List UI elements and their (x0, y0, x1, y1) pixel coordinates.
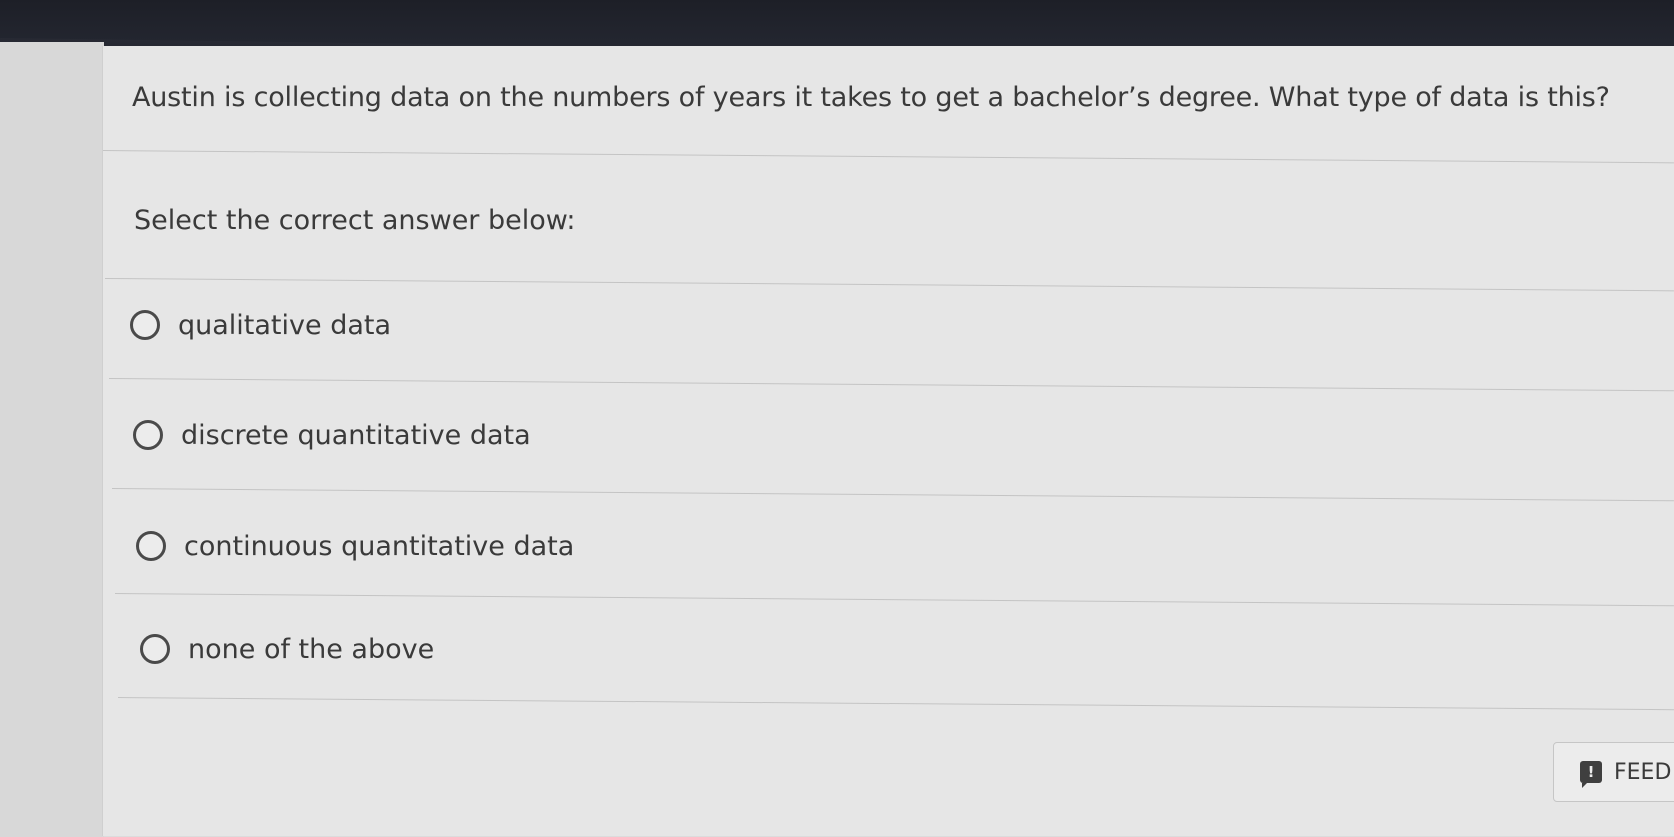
option-label: none of the above (188, 633, 435, 665)
option-label: continuous quantitative data (184, 530, 575, 562)
instruction-text: Select the correct answer below: (134, 205, 576, 236)
radio-button[interactable] (130, 310, 160, 340)
feedback-label: FEED (1614, 759, 1672, 785)
option-label: discrete quantitative data (181, 419, 531, 451)
question-text: Austin is collecting data on the numbers… (132, 82, 1610, 113)
answer-option-none[interactable]: none of the above (140, 624, 434, 674)
feedback-icon: ! (1580, 761, 1602, 788)
feedback-button[interactable]: ! FEED (1553, 742, 1674, 802)
answer-option-continuous[interactable]: continuous quantitative data (136, 521, 574, 571)
top-bar (0, 0, 1674, 48)
radio-button[interactable] (140, 634, 170, 664)
answer-option-discrete[interactable]: discrete quantitative data (133, 410, 531, 460)
radio-button[interactable] (136, 531, 166, 561)
left-gutter (0, 42, 104, 837)
answer-option-qualitative[interactable]: qualitative data (130, 300, 391, 350)
option-label: qualitative data (178, 309, 392, 341)
radio-button[interactable] (133, 420, 163, 450)
